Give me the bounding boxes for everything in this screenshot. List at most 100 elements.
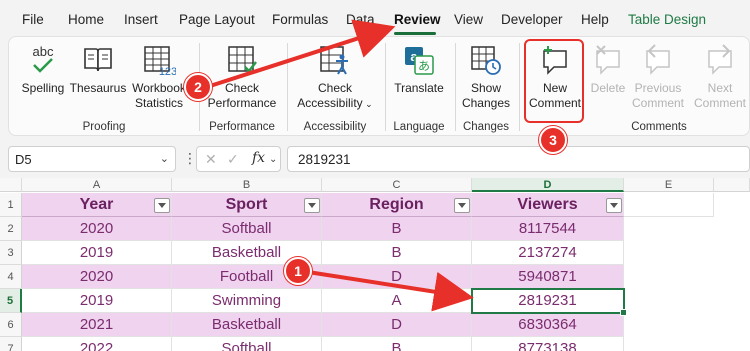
next-label: Next: [707, 81, 733, 95]
column-header-c[interactable]: C: [322, 178, 472, 192]
menu-home[interactable]: Home: [68, 12, 104, 27]
translate-button[interactable]: a あ Translate: [389, 43, 449, 96]
menu-help[interactable]: Help: [581, 12, 609, 27]
menu-data[interactable]: Data: [346, 12, 375, 27]
table-cell[interactable]: 6830364: [472, 313, 624, 337]
previous-comment-icon: [646, 44, 670, 75]
new-comment-icon: [543, 46, 567, 75]
filter-dropdown-icon[interactable]: [454, 198, 470, 213]
filter-dropdown-icon[interactable]: [304, 198, 320, 213]
menu-formulas[interactable]: Formulas: [272, 12, 328, 27]
table-cell[interactable]: Basketball: [172, 313, 322, 337]
delete-comment-icon: [596, 45, 620, 75]
chevron-down-icon: ⌄: [362, 99, 373, 109]
cancel-icon[interactable]: ✕: [205, 151, 217, 168]
spelling-button[interactable]: abc Spelling: [19, 43, 67, 96]
table-cell[interactable]: 8773138: [472, 337, 624, 351]
statistics-label: Statistics: [134, 96, 183, 110]
insert-function-button[interactable]: fx: [252, 150, 265, 166]
formula-input[interactable]: 2819231: [287, 146, 750, 172]
row-header[interactable]: 1: [0, 193, 22, 217]
table-cell[interactable]: 2021: [22, 313, 172, 337]
separator: [385, 43, 386, 131]
menu-bar: File Home Insert Page Layout Formulas Da…: [0, 0, 750, 36]
check-performance-button[interactable]: Check Performance: [205, 43, 279, 111]
name-box[interactable]: D5 ⌄: [8, 146, 176, 172]
check-label: Check: [317, 81, 352, 95]
svg-text:あ: あ: [418, 59, 430, 73]
thesaurus-button[interactable]: Thesaurus: [69, 43, 127, 96]
check-accessibility-button[interactable]: Check Accessibility ⌄: [291, 43, 379, 112]
table-cell[interactable]: Softball: [172, 217, 322, 241]
spelling-icon: abc: [33, 44, 54, 73]
ribbon: abc Spelling Thesaurus 123 Workbook Stat…: [8, 36, 750, 136]
row-header[interactable]: 5: [0, 289, 22, 313]
row-header[interactable]: 6: [0, 313, 22, 337]
table-cell[interactable]: B: [322, 337, 472, 351]
row-header[interactable]: 2: [0, 217, 22, 241]
delete-comment-button[interactable]: Delete: [587, 43, 629, 96]
menu-table-design[interactable]: Table Design: [628, 12, 706, 27]
separator: [455, 43, 456, 131]
performance-group-label: Performance: [209, 121, 275, 133]
chevron-down-icon[interactable]: ⌄: [160, 152, 169, 165]
table-cell[interactable]: 2020: [22, 265, 172, 289]
table-cell[interactable]: 2019: [22, 241, 172, 265]
workbook-label: Workbook: [132, 81, 186, 95]
menu-developer[interactable]: Developer: [501, 12, 563, 27]
row-header[interactable]: 7: [0, 337, 22, 351]
menu-file[interactable]: File: [22, 12, 44, 27]
table-cell[interactable]: D: [322, 313, 472, 337]
menu-insert[interactable]: Insert: [124, 12, 158, 27]
menu-page-layout[interactable]: Page Layout: [179, 12, 255, 27]
comments-group-label: Comments: [631, 121, 687, 133]
accessibility-dropdown[interactable]: Accessibility ⌄: [291, 96, 379, 112]
show-changes-button[interactable]: Show Changes: [459, 43, 513, 111]
row-header[interactable]: 3: [0, 241, 22, 265]
column-header-f[interactable]: [714, 178, 750, 192]
select-all-corner[interactable]: [0, 178, 22, 192]
table-cell[interactable]: 2022: [22, 337, 172, 351]
table-cell[interactable]: B: [322, 241, 472, 265]
comment-label: Comment: [528, 96, 581, 110]
table-cell[interactable]: Football: [172, 265, 322, 289]
more-options-icon[interactable]: ⋮: [183, 150, 197, 167]
chevron-down-icon[interactable]: ⌄: [269, 154, 277, 165]
table-cell[interactable]: Basketball: [172, 241, 322, 265]
table-cell[interactable]: B: [322, 217, 472, 241]
cell-e1[interactable]: [624, 193, 714, 217]
table-cell[interactable]: 2019: [22, 289, 172, 313]
menu-review[interactable]: Review: [394, 12, 441, 27]
row-header[interactable]: 4: [0, 265, 22, 289]
book-icon: [84, 48, 112, 72]
table-header-region[interactable]: Region: [322, 193, 472, 217]
table-cell[interactable]: Swimming: [172, 289, 322, 313]
table-header-year[interactable]: Year: [22, 193, 172, 217]
table-cell[interactable]: D: [322, 265, 472, 289]
workbook-statistics-button[interactable]: 123 Workbook Statistics: [127, 43, 191, 111]
table-cell[interactable]: 5940871: [472, 265, 624, 289]
menu-view[interactable]: View: [454, 12, 483, 27]
filter-dropdown-icon[interactable]: [154, 198, 170, 213]
table-header-viewers[interactable]: Viewers: [472, 193, 624, 217]
confirm-icon[interactable]: ✓: [227, 151, 239, 168]
language-group-label: Language: [393, 121, 445, 133]
column-header-d[interactable]: D: [472, 178, 624, 192]
column-header-a[interactable]: A: [22, 178, 172, 192]
previous-comment-button[interactable]: Previous Comment: [629, 43, 687, 111]
column-header-b[interactable]: B: [172, 178, 322, 192]
table-cell[interactable]: 2137274: [472, 241, 624, 265]
comment-label: Comment: [631, 96, 684, 110]
table-cell[interactable]: 8117544: [472, 217, 624, 241]
table-cell[interactable]: A: [322, 289, 472, 313]
table-cell[interactable]: Softball: [172, 337, 322, 351]
table-header-sport[interactable]: Sport: [172, 193, 322, 217]
column-header-e[interactable]: E: [624, 178, 714, 192]
filter-dropdown-icon[interactable]: [606, 198, 622, 213]
header-text: Sport: [225, 196, 268, 213]
table-cell[interactable]: 2020: [22, 217, 172, 241]
next-comment-button[interactable]: Next Comment: [691, 43, 749, 111]
workbook-statistics-icon: 123: [144, 46, 176, 77]
performance-label: Performance: [207, 96, 277, 110]
new-comment-button[interactable]: New Comment: [525, 43, 585, 111]
